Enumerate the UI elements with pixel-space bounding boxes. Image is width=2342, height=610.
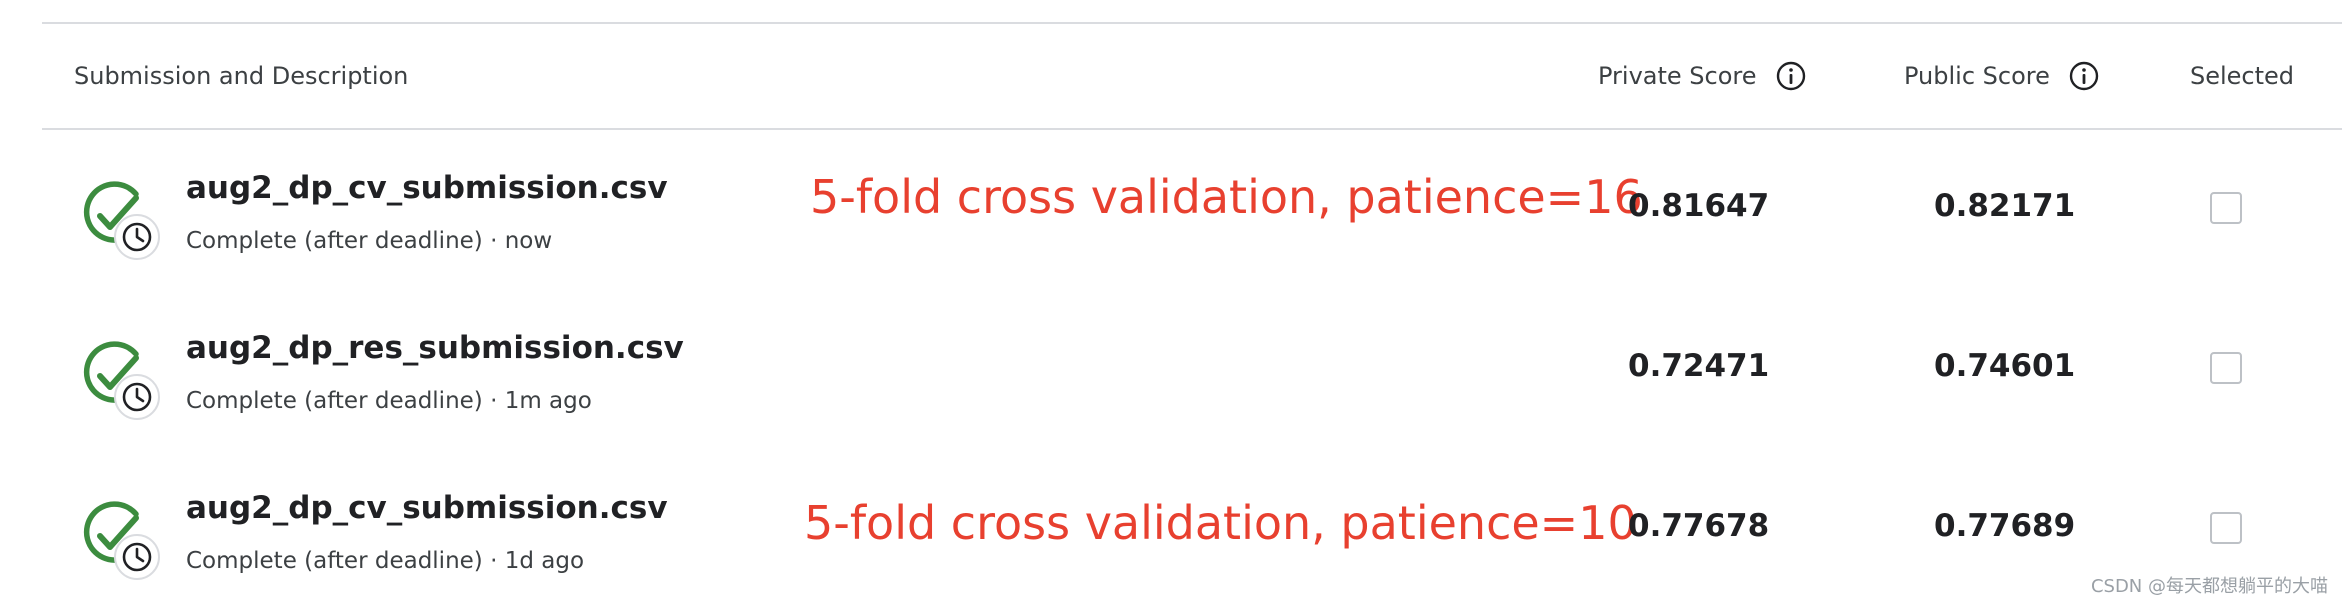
header-selected: Selected: [2190, 24, 2294, 128]
public-score: 0.74601: [1934, 348, 2076, 384]
selected-checkbox[interactable]: [2210, 352, 2242, 384]
public-score: 0.77689: [1934, 508, 2076, 544]
private-score: 0.77678: [1628, 508, 1770, 544]
submission-file-name[interactable]: aug2_dp_cv_submission.csv: [186, 490, 668, 526]
table-row: aug2_dp_cv_submission.csv Complete (afte…: [42, 130, 2342, 290]
submission-file-name[interactable]: aug2_dp_cv_submission.csv: [186, 170, 668, 206]
header-public-score[interactable]: Public Score: [1904, 24, 2100, 128]
private-score: 0.72471: [1628, 348, 1770, 384]
complete-check-clock-icon: [83, 181, 160, 260]
info-icon[interactable]: [1775, 60, 1807, 92]
watermark-text: CSDN @每天都想躺平的大喵: [2090, 576, 2328, 597]
header-selected-label: Selected: [2190, 62, 2295, 90]
private-score: 0.81647: [1628, 188, 1770, 224]
annotation-text: 5-fold cross validation, patience=16: [810, 170, 1643, 224]
header-private-score-label: Private Score: [1598, 62, 1757, 90]
table-row: aug2_dp_res_submission.csv Complete (aft…: [42, 290, 2342, 450]
header-private-score[interactable]: Private Score: [1598, 24, 1807, 128]
table-row: aug2_dp_cv_submission.csv Complete (afte…: [42, 450, 2342, 610]
submission-status: Complete (after deadline) · 1d ago: [186, 548, 585, 574]
submission-file-name[interactable]: aug2_dp_res_submission.csv: [186, 330, 684, 366]
complete-check-clock-icon: [83, 501, 160, 580]
submission-status: Complete (after deadline) · now: [186, 228, 553, 254]
table-header: Submission and Description Private Score…: [42, 24, 2342, 130]
header-submission: Submission and Description: [74, 24, 408, 128]
header-submission-label: Submission and Description: [74, 62, 409, 90]
annotation-text: 5-fold cross validation, patience=10: [804, 496, 1637, 550]
complete-check-clock-icon: [83, 341, 160, 420]
selected-checkbox[interactable]: [2210, 192, 2242, 224]
info-icon[interactable]: [2068, 60, 2100, 92]
selected-checkbox[interactable]: [2210, 512, 2242, 544]
public-score: 0.82171: [1934, 188, 2076, 224]
submission-status: Complete (after deadline) · 1m ago: [186, 388, 592, 414]
header-public-score-label: Public Score: [1904, 62, 2050, 90]
